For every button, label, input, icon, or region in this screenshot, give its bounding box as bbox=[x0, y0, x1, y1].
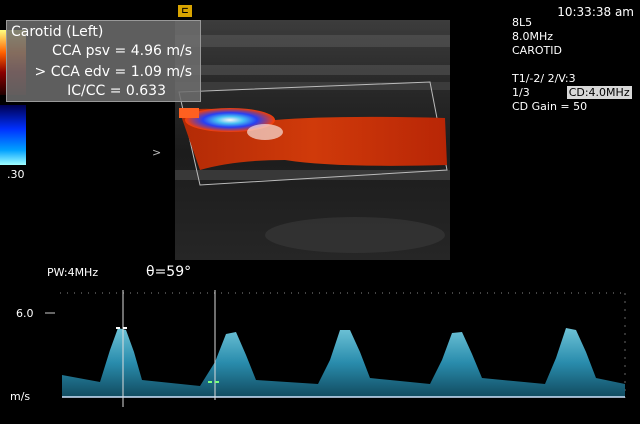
imaging-params: T1/-2/ 2/V:3 bbox=[512, 72, 576, 85]
velocity-scale-max: 6.0 bbox=[16, 307, 34, 320]
probe-frequency: 8.0MHz bbox=[512, 30, 554, 43]
pw-frequency-label: PW:4MHz bbox=[47, 266, 99, 279]
velocity-unit-label: m/s bbox=[10, 390, 31, 403]
angle-correction-label: θ=59° bbox=[146, 264, 192, 280]
cca-edv-value: > CCA edv = 1.09 m/s bbox=[34, 64, 192, 80]
cd-gain: CD Gain = 50 bbox=[512, 100, 588, 113]
cca-psv-value: CCA psv = 4.96 m/s bbox=[52, 43, 192, 59]
measurement-title: Carotid (Left) bbox=[11, 24, 104, 40]
spectral-doppler-trace[interactable] bbox=[0, 280, 640, 424]
focus-marker-arrow: > bbox=[152, 146, 162, 159]
cd-row: 1/3 CD:4.0MHz bbox=[512, 86, 632, 100]
measurement-panel[interactable]: Carotid (Left) CCA psv = 4.96 m/s > CCA … bbox=[6, 20, 201, 102]
ic-cc-ratio: IC/CC = 0.633 bbox=[67, 83, 166, 99]
vendor-logo-icon: ⊏ bbox=[178, 5, 192, 17]
exam-preset: CAROTID bbox=[512, 44, 562, 57]
color-doppler-image[interactable] bbox=[175, 20, 450, 260]
frame-rate-setting: 1/3 bbox=[512, 86, 530, 99]
color-scale-min-label: .30 bbox=[7, 168, 25, 181]
probe-info-panel: 8L5 8.0MHz CAROTID T1/-2/ 2/V:3 1/3 CD:4… bbox=[512, 16, 632, 114]
cd-frequency-box[interactable]: CD:4.0MHz bbox=[566, 86, 632, 99]
probe-model: 8L5 bbox=[512, 16, 533, 29]
